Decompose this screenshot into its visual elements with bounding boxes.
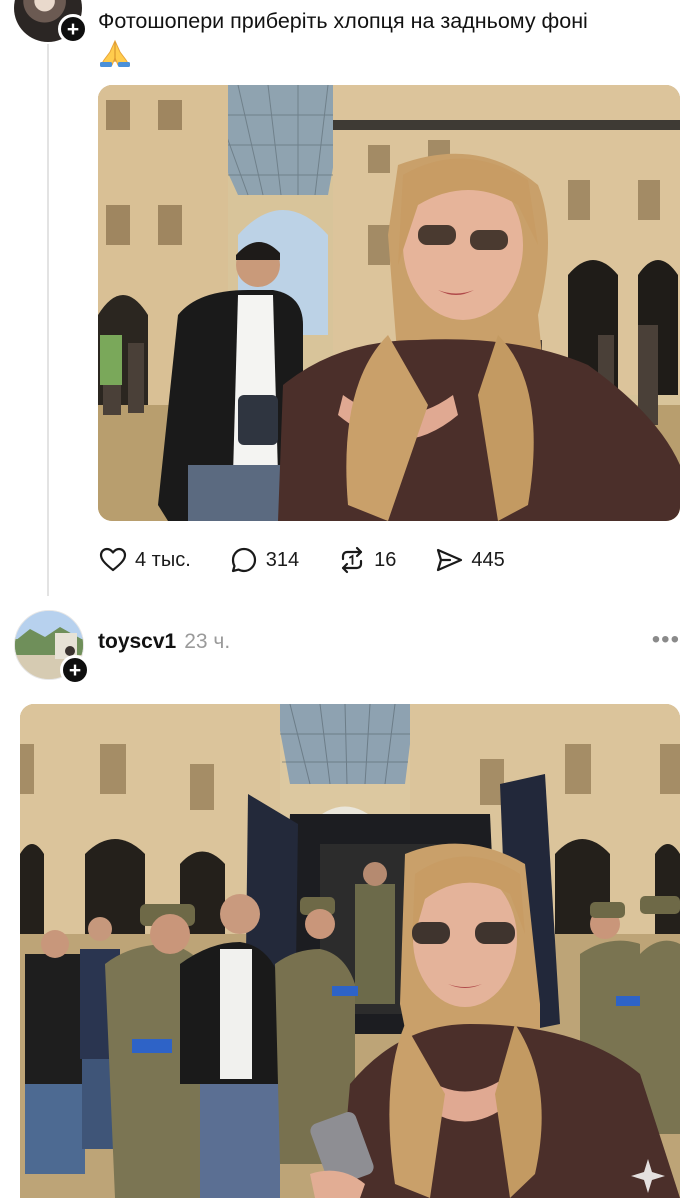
post-photo[interactable] — [98, 85, 680, 521]
post-header: toyscv1 23 ч. — [98, 630, 230, 654]
galleria-selfie-image — [98, 85, 680, 521]
heart-icon — [99, 547, 127, 572]
comment-bubble-icon — [231, 547, 256, 573]
send-icon — [437, 548, 463, 572]
thread-line — [47, 44, 49, 596]
shares-count: 445 — [471, 548, 505, 571]
post-text: Фотошопери приберіть хлопця на задньому … — [98, 9, 588, 33]
comments-count: 314 — [265, 548, 300, 571]
galleria-van-image — [20, 704, 680, 1198]
follow-plus-icon[interactable]: + — [60, 655, 90, 685]
post-time: 23 ч. — [184, 630, 231, 653]
comment-button[interactable]: 314 — [229, 545, 299, 575]
post-photo[interactable] — [20, 704, 680, 1198]
reposts-count: 16 — [374, 548, 397, 571]
username-link[interactable]: toyscv1 — [98, 630, 176, 654]
praying-hands-icon — [100, 39, 130, 67]
repost-button[interactable]: 16 — [337, 545, 396, 575]
more-options-button[interactable]: ••• — [652, 628, 680, 652]
likes-count: 4 тыс. — [135, 548, 191, 571]
repost-icon — [342, 546, 363, 574]
like-button[interactable]: 4 тыс. — [98, 545, 191, 575]
share-button[interactable]: 445 — [434, 545, 505, 575]
follow-plus-icon[interactable]: + — [58, 14, 88, 44]
post-actions: 4 тыс. 314 16 445 — [98, 540, 543, 580]
